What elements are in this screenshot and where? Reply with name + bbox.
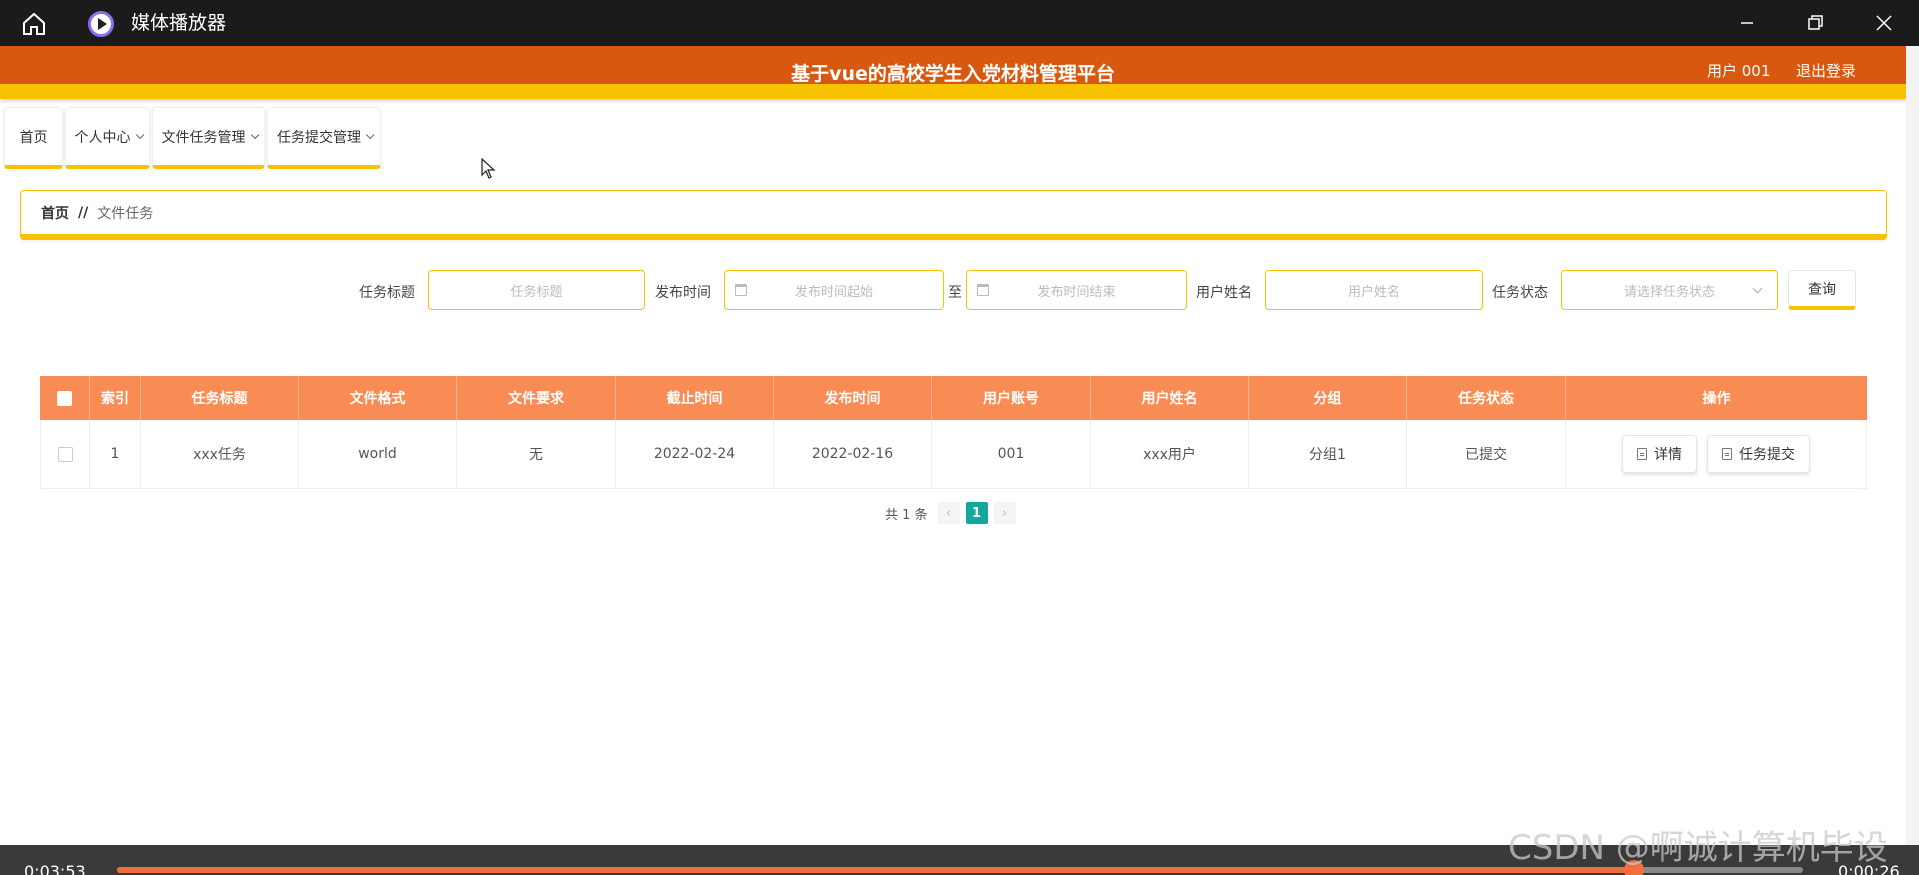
user-label: 用户 001 bbox=[1707, 62, 1771, 80]
task-title-label: 任务标题 bbox=[359, 285, 415, 301]
cell-group: 分组1 bbox=[1249, 420, 1407, 488]
pagination-total: 共 1 条 bbox=[885, 507, 928, 523]
chevron-down-icon bbox=[1752, 283, 1763, 294]
cell-actions: 详情 任务提交 bbox=[1566, 420, 1866, 488]
watermark: CSDN @啊诚计算机毕设 bbox=[1508, 828, 1888, 868]
minimize-icon[interactable] bbox=[1732, 8, 1762, 38]
column-header-task-status: 任务状态 bbox=[1407, 376, 1566, 420]
calendar-icon bbox=[735, 284, 747, 296]
mouse-cursor-icon bbox=[481, 158, 496, 179]
column-header-group: 分组 bbox=[1249, 376, 1407, 420]
logout-link[interactable]: 退出登录 bbox=[1796, 60, 1856, 81]
nav-item-label: 个人中心 bbox=[74, 129, 131, 146]
submit-task-button-label: 任务提交 bbox=[1739, 447, 1795, 463]
publish-time-end-placeholder: 发布时间结束 bbox=[1037, 284, 1116, 300]
column-header-file-requirement: 文件要求 bbox=[457, 376, 616, 420]
select-all-checkbox[interactable] bbox=[57, 390, 72, 406]
row-select-cell bbox=[41, 420, 90, 488]
column-header-username: 用户姓名 bbox=[1091, 376, 1249, 420]
query-button[interactable]: 查询 bbox=[1788, 270, 1856, 310]
app-header: 基于vue的高校学生入党材料管理平台 用户 001 退出登录 bbox=[0, 46, 1906, 99]
document-icon bbox=[1637, 448, 1647, 460]
submit-task-button[interactable]: 任务提交 bbox=[1707, 435, 1810, 473]
cell-file-requirement: 无 bbox=[457, 420, 616, 488]
nav-item-label: 文件任务管理 bbox=[161, 129, 246, 146]
column-header-index: 索引 bbox=[90, 376, 141, 420]
task-status-select[interactable]: 请选择任务状态 bbox=[1561, 270, 1778, 310]
breadcrumb: 首页 // 文件任务 bbox=[20, 190, 1887, 240]
publish-time-start-input[interactable]: 发布时间起始 bbox=[724, 270, 944, 310]
column-header-task-title: 任务标题 bbox=[141, 376, 299, 420]
task-status-label: 任务状态 bbox=[1492, 285, 1548, 301]
document-icon bbox=[1722, 448, 1732, 460]
username-input[interactable]: 用户姓名 bbox=[1265, 270, 1483, 310]
cell-task-title: xxx任务 bbox=[141, 420, 299, 488]
table-header: 索引 任务标题 文件格式 文件要求 截止时间 发布时间 用户账号 用户姓名 分组… bbox=[40, 376, 1867, 420]
username-placeholder: 用户姓名 bbox=[1347, 284, 1400, 300]
task-table: 索引 任务标题 文件格式 文件要求 截止时间 发布时间 用户账号 用户姓名 分组… bbox=[40, 376, 1867, 489]
date-range-to-label: 至 bbox=[948, 285, 962, 301]
row-checkbox[interactable] bbox=[57, 446, 73, 462]
select-all-cell bbox=[40, 376, 90, 420]
cell-user-account: 001 bbox=[932, 420, 1091, 488]
cell-index: 1 bbox=[90, 420, 141, 488]
chevron-down-icon bbox=[250, 130, 259, 139]
cell-task-status: 已提交 bbox=[1407, 420, 1566, 488]
nav-item-label: 任务提交管理 bbox=[277, 129, 361, 146]
table-row: 1 xxx任务 world 无 2022-02-24 2022-02-16 00… bbox=[40, 420, 1867, 489]
publish-time-end-input[interactable]: 发布时间结束 bbox=[966, 270, 1187, 310]
breadcrumb-separator: // bbox=[78, 204, 89, 221]
task-title-input[interactable]: 任务标题 bbox=[428, 270, 645, 310]
column-header-file-format: 文件格式 bbox=[299, 376, 457, 420]
nav-item-label: 首页 bbox=[19, 129, 48, 146]
window-titlebar: 媒体播放器 bbox=[0, 0, 1919, 46]
column-header-publish-time: 发布时间 bbox=[774, 376, 932, 420]
pagination: 共 1 条 ‹ 1 › bbox=[885, 502, 1016, 524]
page-number-button[interactable]: 1 bbox=[965, 502, 988, 524]
maximize-icon[interactable] bbox=[1800, 8, 1830, 38]
detail-button[interactable]: 详情 bbox=[1622, 435, 1697, 473]
nav-item-task-submission-management[interactable]: 任务提交管理 bbox=[267, 107, 381, 169]
nav-item-home[interactable]: 首页 bbox=[4, 107, 63, 169]
column-header-user-account: 用户账号 bbox=[932, 376, 1091, 420]
task-status-placeholder: 请选择任务状态 bbox=[1623, 284, 1715, 300]
column-header-deadline: 截止时间 bbox=[616, 376, 774, 420]
nav-item-personal-center[interactable]: 个人中心 bbox=[65, 107, 150, 169]
publish-time-label: 发布时间 bbox=[655, 285, 711, 301]
current-time: 0:03:53 bbox=[24, 862, 86, 875]
detail-button-label: 详情 bbox=[1654, 447, 1682, 463]
close-icon[interactable] bbox=[1869, 8, 1899, 38]
next-page-button[interactable]: › bbox=[993, 502, 1016, 524]
chevron-down-icon bbox=[135, 130, 144, 139]
query-button-label: 查询 bbox=[1808, 281, 1836, 298]
chevron-right-icon: › bbox=[1001, 505, 1008, 521]
chevron-left-icon: ‹ bbox=[945, 505, 952, 521]
publish-time-start-placeholder: 发布时间起始 bbox=[794, 284, 873, 300]
seek-bar-fill bbox=[117, 867, 1635, 873]
nav-item-file-task-management[interactable]: 文件任务管理 bbox=[152, 107, 265, 169]
prev-page-button[interactable]: ‹ bbox=[937, 502, 960, 524]
media-player-icon bbox=[88, 11, 114, 37]
breadcrumb-current: 文件任务 bbox=[97, 205, 154, 222]
platform-title: 基于vue的高校学生入党材料管理平台 bbox=[791, 63, 1115, 85]
app-title: 媒体播放器 bbox=[131, 12, 227, 34]
task-title-placeholder: 任务标题 bbox=[510, 284, 563, 300]
cell-file-format: world bbox=[299, 420, 457, 488]
username-label: 用户姓名 bbox=[1196, 285, 1252, 301]
cell-deadline: 2022-02-24 bbox=[616, 420, 774, 488]
calendar-icon bbox=[977, 284, 989, 296]
breadcrumb-home[interactable]: 首页 bbox=[41, 203, 69, 223]
page-scrollbar[interactable] bbox=[1906, 46, 1919, 845]
home-icon[interactable] bbox=[20, 10, 48, 38]
cell-publish-time: 2022-02-16 bbox=[774, 420, 932, 488]
chevron-down-icon bbox=[365, 130, 375, 139]
column-header-actions: 操作 bbox=[1702, 391, 1731, 407]
cell-username: xxx用户 bbox=[1091, 420, 1249, 488]
